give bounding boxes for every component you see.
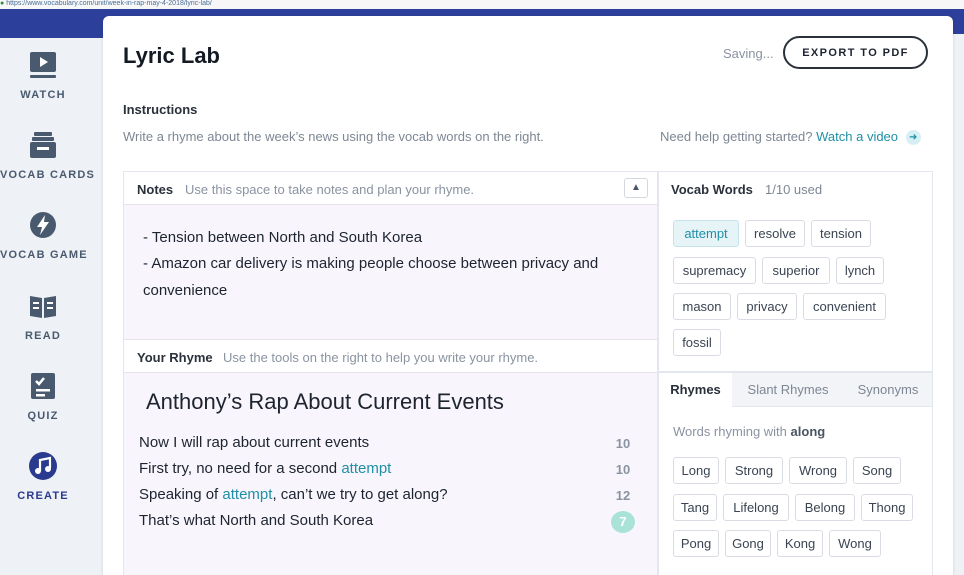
vocab-chip[interactable]: resolve [745, 220, 805, 247]
rhyme-chip[interactable]: Strong [725, 457, 783, 484]
note-line: convenience [143, 282, 228, 299]
help-prefix: Need help getting started? [660, 129, 813, 144]
instructions-heading: Instructions [123, 102, 198, 117]
lyric-text: Speaking of [139, 486, 223, 503]
lock-icon: ● [0, 0, 5, 7]
rhyme-header: Your Rhyme Use the tools on the right to… [124, 339, 657, 373]
syllable-count: 10 [615, 436, 631, 451]
sidebar-item-label: VOCAB GAME [0, 249, 88, 261]
syllable-count: 12 [615, 488, 631, 503]
card-stack-icon [30, 132, 56, 158]
vocab-chip[interactable]: lynch [836, 257, 884, 284]
url-text: https://www.vocabulary.com/unit/week-in-… [6, 0, 212, 7]
lyric-line[interactable]: That’s what North and South Korea [139, 512, 373, 529]
sidebar-item-label: CREATE [17, 490, 69, 502]
vocab-chip[interactable]: fossil [673, 329, 721, 356]
note-line: - Tension between North and South Korea [143, 229, 423, 246]
rhyme-chip[interactable]: Tang [673, 494, 717, 521]
save-status: Saving... [723, 46, 774, 61]
syllable-count-bubble: 7 [611, 511, 635, 533]
export-pdf-button[interactable]: EXPORT TO PDF [783, 36, 928, 69]
rap-title[interactable]: Anthony’s Rap About Current Events [146, 389, 504, 415]
rhyme-chip[interactable]: Belong [795, 494, 855, 521]
sidebar-item-label: VOCAB CARDS [0, 169, 96, 181]
lyric-line[interactable]: Now I will rap about current events [139, 434, 369, 451]
address-bar[interactable]: ● https://www.vocabulary.com/unit/week-i… [0, 0, 964, 9]
editor-column: Notes Use this space to take notes and p… [123, 171, 658, 575]
sidebar-item-label: WATCH [20, 89, 66, 101]
lyric-lab-panel: Lyric Lab Saving... EXPORT TO PDF Instru… [103, 16, 953, 575]
chevron-up-icon: ▲ [631, 182, 641, 193]
vocab-chip[interactable]: superior [762, 257, 830, 284]
rhyme-chip[interactable]: Wrong [789, 457, 847, 484]
tab-rhymes[interactable]: Rhymes [659, 373, 732, 408]
vocab-chip[interactable]: mason [673, 293, 731, 320]
music-note-icon [29, 452, 57, 480]
rhyme-section-title: Your Rhyme [137, 350, 213, 365]
lyric-text: That’s what North and South Korea [139, 512, 374, 529]
checklist-icon [31, 373, 55, 399]
play-video-icon [30, 52, 56, 78]
sidebar-item-label: READ [25, 330, 61, 342]
sidebar-item-vocab-game[interactable]: VOCAB GAME [0, 210, 88, 261]
sidebar: WATCH VOCAB CARDS VOCAB GAME READ QUIZ C… [0, 34, 96, 575]
rhyme-tools-panel: Rhymes Slant Rhymes Synonyms Words rhymi… [658, 372, 933, 575]
rhyme-hint: Use the tools on the right to help you w… [223, 350, 539, 365]
note-line: - Amazon car delivery is making people c… [143, 255, 599, 272]
collapse-notes-button[interactable]: ▲ [624, 178, 648, 198]
vocab-highlight: attempt [341, 460, 392, 477]
rhyme-chip[interactable]: Long [673, 457, 719, 484]
vocab-used-count: 1/10 used [765, 182, 823, 197]
notes-hint: Use this space to take notes and plan yo… [185, 182, 475, 197]
sidebar-item-read[interactable]: READ [0, 291, 86, 342]
notes-textarea[interactable]: - Tension between North and South Korea … [124, 205, 657, 339]
vocab-chip[interactable]: convenient [803, 293, 886, 320]
lyric-text: First try, no need for a second [139, 460, 342, 477]
lightning-icon [30, 212, 56, 238]
instructions-text: Write a rhyme about the week’s news usin… [123, 129, 544, 144]
watch-video-link[interactable]: Watch a video [816, 129, 898, 144]
vocab-chip[interactable]: supremacy [673, 257, 756, 284]
rhyme-chip[interactable]: Lifelong [723, 494, 789, 521]
rhyme-chip[interactable]: Kong [777, 530, 823, 557]
rhyme-editor[interactable]: Anthony’s Rap About Current Events Now I… [124, 373, 657, 575]
vocab-chip[interactable]: tension [811, 220, 871, 247]
rhyme-chip[interactable]: Gong [725, 530, 771, 557]
vocab-words-panel: Vocab Words 1/10 used attempt resolve te… [658, 171, 933, 372]
lyric-line[interactable]: First try, no need for a second attempt [139, 460, 391, 477]
sidebar-item-label: QUIZ [27, 410, 59, 422]
sidebar-item-create[interactable]: CREATE [0, 451, 86, 502]
sidebar-item-quiz[interactable]: QUIZ [0, 371, 86, 422]
arrow-right-icon[interactable]: ➜ [905, 130, 921, 145]
rhyming-with-label: Words rhyming with along [673, 424, 825, 439]
syllable-count: 10 [615, 462, 631, 477]
open-book-icon [30, 296, 56, 318]
sidebar-item-vocab-cards[interactable]: VOCAB CARDS [0, 130, 96, 181]
rhyme-chip[interactable]: Thong [861, 494, 913, 521]
lyric-text: , can’t we try to get along? [272, 486, 448, 503]
vocab-words-title: Vocab Words [671, 182, 753, 197]
lyric-text: Now I will rap about current events [139, 434, 370, 451]
vocab-chip[interactable]: privacy [737, 293, 797, 320]
notes-header: Notes Use this space to take notes and p… [124, 172, 657, 205]
vocab-highlight: attempt [222, 486, 273, 503]
sidebar-item-watch[interactable]: WATCH [0, 50, 86, 101]
help-prompt: Need help getting started? Watch a video… [660, 129, 921, 145]
lyric-line[interactable]: Speaking of attempt, can’t we try to get… [139, 486, 448, 503]
rhyme-chip[interactable]: Song [853, 457, 901, 484]
tab-slant-rhymes[interactable]: Slant Rhymes [732, 373, 844, 407]
vocab-chip[interactable]: attempt [673, 220, 739, 247]
rhyme-chip[interactable]: Pong [673, 530, 719, 557]
page-title: Lyric Lab [123, 43, 220, 68]
tab-synonyms[interactable]: Synonyms [844, 373, 932, 407]
tools-tabs: Rhymes Slant Rhymes Synonyms [659, 373, 932, 408]
rhyming-prefix: Words rhyming with [673, 424, 787, 439]
notes-title: Notes [137, 182, 174, 197]
rhyme-chip[interactable]: Wong [829, 530, 881, 557]
rhyming-word: along [790, 424, 826, 439]
